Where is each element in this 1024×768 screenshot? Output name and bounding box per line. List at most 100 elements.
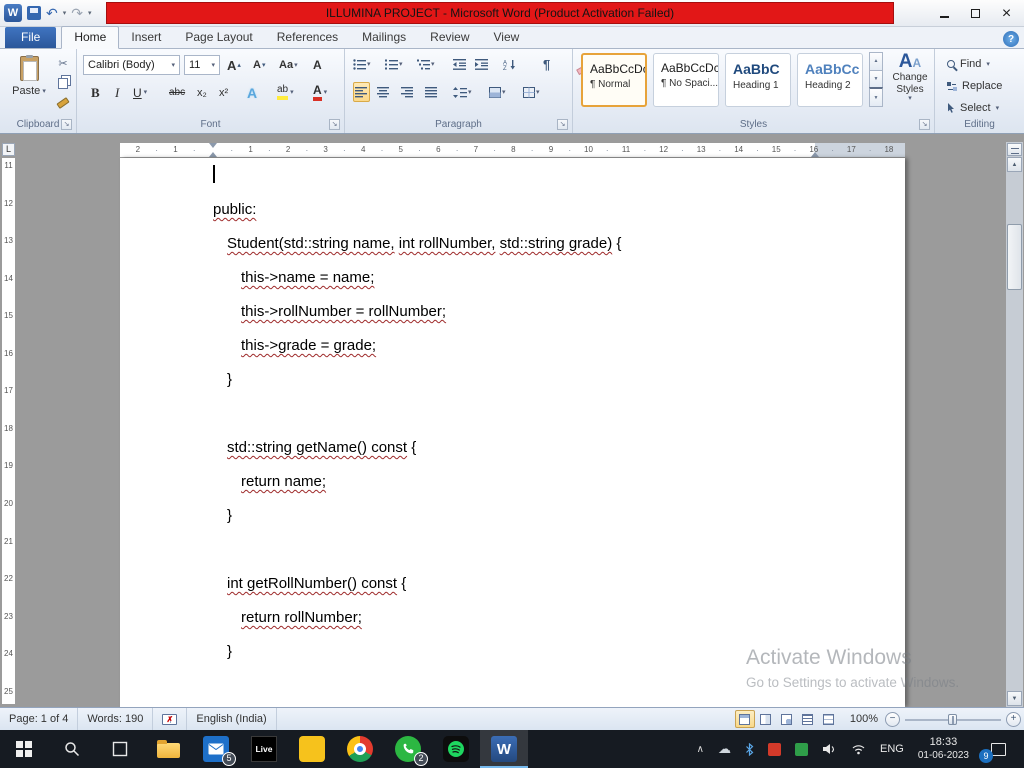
borders-button[interactable]: ▾ [523, 82, 540, 102]
draft-view-button[interactable] [819, 710, 839, 728]
align-right-button[interactable] [401, 82, 414, 102]
network-icon[interactable] [845, 730, 872, 768]
cut-button[interactable]: ✂ [54, 55, 72, 71]
zoom-slider[interactable] [905, 712, 1001, 727]
bullets-button[interactable]: ▾ [353, 54, 371, 74]
help-button[interactable]: ? [1003, 31, 1019, 47]
styles-scroll-up-button[interactable]: ▲ [869, 52, 883, 71]
tab-home[interactable]: Home [61, 26, 120, 49]
format-painter-button[interactable] [54, 95, 72, 111]
grow-font-button[interactable]: A ▴ [227, 55, 241, 75]
change-case-button[interactable]: Aa ▾ [279, 55, 298, 75]
scrollbar-thumb[interactable] [1007, 224, 1022, 290]
find-button[interactable]: Find ▾ [947, 58, 990, 70]
font-family-select[interactable]: Calibri (Body) ▾ [83, 55, 180, 75]
font-dialog-launcher[interactable]: ↘ [329, 119, 340, 130]
align-left-button[interactable] [353, 82, 370, 102]
zoom-slider-thumb[interactable] [948, 713, 957, 725]
whatsapp-button[interactable]: 2 [384, 730, 432, 768]
justify-button[interactable] [425, 82, 438, 102]
file-explorer-button[interactable] [144, 730, 192, 768]
tab-view[interactable]: View [482, 27, 532, 48]
text-effects-button[interactable]: A [247, 82, 257, 103]
save-icon[interactable] [27, 6, 41, 20]
page-indicator[interactable]: Page: 1 of 4 [0, 708, 79, 730]
language-indicator[interactable]: English (India) [187, 708, 277, 730]
task-view-button[interactable] [96, 730, 144, 768]
volume-icon[interactable] [816, 730, 843, 768]
vertical-scrollbar[interactable]: ▲ ▼ [1006, 142, 1023, 707]
tab-file[interactable]: File [5, 27, 57, 48]
replace-button[interactable]: Replace [947, 80, 1002, 92]
clipboard-dialog-launcher[interactable]: ↘ [61, 119, 72, 130]
font-color-button[interactable]: A ▾ [313, 82, 327, 103]
styles-gallery-more-button[interactable]: ▼ [869, 87, 883, 108]
print-layout-view-button[interactable] [734, 710, 755, 728]
toggle-ruler-button[interactable] [1007, 143, 1022, 156]
tab-insert[interactable]: Insert [119, 27, 173, 48]
zoom-level[interactable]: 100% [850, 713, 878, 725]
customize-qat-button[interactable]: ▾ [88, 9, 92, 17]
zoom-out-button[interactable]: − [885, 711, 900, 727]
bluetooth-icon[interactable] [739, 730, 760, 768]
start-button[interactable] [0, 730, 48, 768]
zoom-in-button[interactable]: + [1006, 711, 1021, 727]
style-card-heading-2[interactable]: AaBbCc Heading 2 [797, 53, 863, 107]
tab-page-layout[interactable]: Page Layout [173, 27, 264, 48]
fullscreen-reading-view-button[interactable] [756, 710, 776, 728]
chrome-button[interactable] [336, 730, 384, 768]
mail-app-button[interactable]: 5 [192, 730, 240, 768]
first-line-indent-marker[interactable] [209, 143, 217, 148]
scroll-down-button[interactable]: ▼ [1007, 691, 1022, 706]
tab-references[interactable]: References [265, 27, 350, 48]
action-center-button[interactable]: 9 [977, 730, 1016, 768]
scroll-up-button[interactable]: ▲ [1007, 157, 1022, 172]
live-app-button[interactable]: Live [240, 730, 288, 768]
onedrive-icon[interactable]: ☁ [712, 730, 737, 768]
underline-button[interactable]: U ▾ [133, 82, 147, 103]
line-spacing-button[interactable]: ▾ [453, 82, 472, 102]
green-app-tray-icon[interactable] [789, 730, 814, 768]
change-styles-button[interactable]: AA Change Styles ▾ [887, 52, 933, 102]
multilevel-list-button[interactable]: ▾ [417, 54, 435, 74]
highlight-color-button[interactable]: ab ▾ [277, 82, 294, 103]
shading-button[interactable]: ▾ [489, 82, 506, 102]
style-card-no-spaci[interactable]: AaBbCcDc ¶ No Spaci... [653, 53, 719, 107]
taskbar-search-button[interactable] [48, 730, 96, 768]
clock[interactable]: 18:33 01-06-2023 [912, 730, 975, 768]
copy-button[interactable] [54, 75, 72, 91]
restore-button[interactable] [960, 1, 991, 26]
superscript-button[interactable]: x² [219, 82, 228, 103]
spotify-button[interactable] [432, 730, 480, 768]
style-card-normal[interactable]: AaBbCcDc ¶ Normal [581, 53, 647, 107]
close-button[interactable]: × [991, 1, 1022, 26]
yellow-app-button[interactable] [288, 730, 336, 768]
redo-button[interactable]: ↷ [71, 6, 83, 20]
horizontal-ruler[interactable]: 1 2 3 4 5 6 7 8 9 10 11 12 13 14 15 16 17 18 1 2 · · · · · · · · · · ·… [120, 143, 905, 157]
hidden-icons-button[interactable]: ∧ [691, 730, 710, 768]
word-count[interactable]: Words: 190 [78, 708, 154, 730]
minimize-button[interactable] [929, 1, 960, 26]
tab-review[interactable]: Review [418, 27, 481, 48]
outline-view-button[interactable] [798, 710, 818, 728]
select-button[interactable]: Select ▾ [947, 102, 999, 114]
styles-dialog-launcher[interactable]: ↘ [919, 119, 930, 130]
word-taskbar-button[interactable]: W [480, 730, 528, 768]
decrease-indent-button[interactable] [453, 54, 466, 74]
style-card-heading-1[interactable]: AaBbC Heading 1 [725, 53, 791, 107]
language-indicator-tray[interactable]: ENG [874, 730, 910, 768]
web-layout-view-button[interactable] [777, 710, 797, 728]
sort-button[interactable]: AZ [503, 54, 517, 74]
red-app-tray-icon[interactable] [762, 730, 787, 768]
vertical-ruler[interactable]: 11 12 13 14 15 16 17 18 19 20 21 22 23 24 25 [2, 158, 15, 704]
show-hide-formatting-button[interactable]: ¶ [543, 54, 550, 74]
tab-stop-selector[interactable]: L [2, 143, 15, 156]
shrink-font-button[interactable]: A ▾ [253, 55, 265, 75]
proofing-status[interactable]: ✗ [153, 708, 188, 730]
tab-mailings[interactable]: Mailings [350, 27, 418, 48]
paragraph-dialog-launcher[interactable]: ↘ [557, 119, 568, 130]
subscript-button[interactable]: x₂ [197, 82, 207, 103]
undo-button[interactable]: ↶ [46, 6, 58, 20]
styles-scroll-down-button[interactable]: ▼ [869, 69, 883, 89]
hanging-indent-marker[interactable] [209, 152, 217, 157]
